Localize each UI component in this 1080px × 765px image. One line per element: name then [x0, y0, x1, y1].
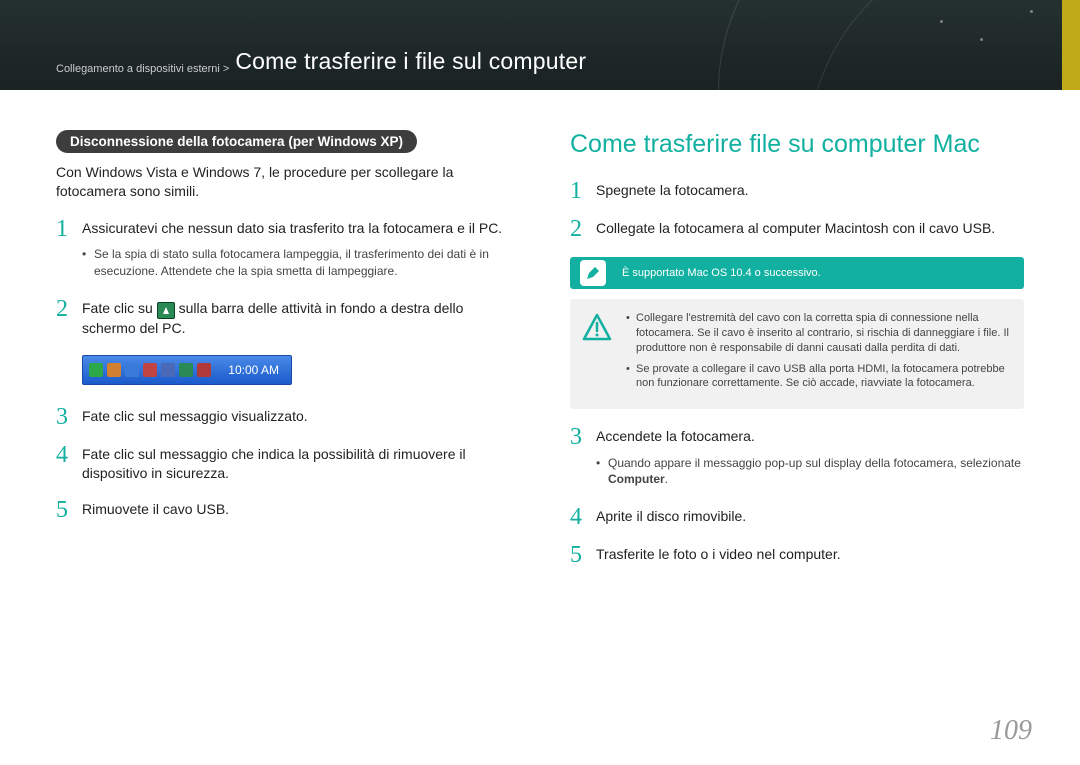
step-5: 5 Rimuovete il cavo USB. — [56, 500, 510, 522]
safely-remove-icon — [157, 302, 175, 319]
step-text: Spegnete la fotocamera. — [596, 181, 1024, 201]
intro-text: Con Windows Vista e Windows 7, le proced… — [56, 163, 510, 201]
step-3: 3 Fate clic sul messaggio visualizzato. — [56, 407, 510, 429]
pen-icon — [580, 260, 606, 286]
accent-bar — [1062, 0, 1080, 90]
sub-bullet: Se la spia di stato sulla fotocamera lam… — [82, 246, 510, 278]
step-text: Rimuovete il cavo USB. — [82, 500, 510, 520]
step-text: Accendete la fotocamera. — [596, 428, 755, 444]
step-2: 2 Fate clic su sulla barra delle attivit… — [56, 299, 510, 339]
page-content: Disconnessione della fotocamera (per Win… — [0, 90, 1080, 583]
left-steps-cont: 3 Fate clic sul messaggio visualizzato. … — [56, 407, 510, 522]
tray-clock: 10:00 AM — [228, 363, 285, 377]
tray-icon — [161, 363, 175, 377]
tray-icon — [197, 363, 211, 377]
step-number: 3 — [56, 405, 82, 429]
step-text: Trasferite le foto o i video nel compute… — [596, 545, 1024, 565]
section-pill: Disconnessione della fotocamera (per Win… — [56, 130, 417, 153]
right-steps-cont: 3 Accendete la fotocamera. Quando appare… — [570, 427, 1024, 567]
step-number: 4 — [56, 443, 82, 467]
step-number: 3 — [570, 425, 596, 449]
step-r4: 4 Aprite il disco rimovibile. — [570, 507, 1024, 529]
step-number: 2 — [570, 217, 596, 241]
left-column: Disconnessione della fotocamera (per Win… — [56, 130, 510, 583]
step-number: 2 — [56, 297, 82, 321]
page-number: 109 — [990, 715, 1032, 747]
right-column: Come trasferire file su computer Mac 1 S… — [570, 130, 1024, 583]
warning-icon — [582, 313, 612, 341]
step-r5: 5 Trasferite le foto o i video nel compu… — [570, 545, 1024, 567]
tray-icon — [179, 363, 193, 377]
step-text: Fate clic sul messaggio visualizzato. — [82, 407, 510, 427]
right-steps: 1 Spegnete la fotocamera. 2 Collegate la… — [570, 181, 1024, 241]
step-1: 1 Assicuratevi che nessun dato sia trasf… — [56, 219, 510, 283]
tray-icon — [143, 363, 157, 377]
taskbar-tray-image: 10:00 AM — [82, 355, 292, 385]
warning-box: Collegare l'estremità del cavo con la co… — [570, 299, 1024, 409]
step-r3: 3 Accendete la fotocamera. Quando appare… — [570, 427, 1024, 491]
step-text: Fate clic sul messaggio che indica la po… — [82, 445, 510, 484]
header-band: Collegamento a dispositivi esterni > Com… — [0, 0, 1080, 90]
tray-icon — [89, 363, 103, 377]
page-title: Come trasferire i file sul computer — [235, 48, 586, 75]
step-number: 4 — [570, 505, 596, 529]
left-steps: 1 Assicuratevi che nessun dato sia trasf… — [56, 219, 510, 339]
sub-bullet: Quando appare il messaggio pop-up sul di… — [596, 455, 1024, 487]
breadcrumb: Collegamento a dispositivi esterni > — [56, 63, 229, 75]
warn-bullet: Se provate a collegare il cavo USB alla … — [626, 362, 1010, 392]
step-r1: 1 Spegnete la fotocamera. — [570, 181, 1024, 203]
step-number: 5 — [570, 543, 596, 567]
note-text: È supportato Mac OS 10.4 o successivo. — [622, 267, 821, 279]
step-number: 5 — [56, 498, 82, 522]
tray-icon — [125, 363, 139, 377]
step-text: Aprite il disco rimovibile. — [596, 507, 1024, 527]
step-number: 1 — [56, 217, 82, 241]
step-text: Collegate la fotocamera al computer Maci… — [596, 219, 1024, 239]
section-title: Come trasferire file su computer Mac — [570, 130, 1024, 159]
step-number: 1 — [570, 179, 596, 203]
tray-icon — [107, 363, 121, 377]
warn-bullet: Collegare l'estremità del cavo con la co… — [626, 311, 1010, 356]
step-text-pre: Fate clic su — [82, 300, 157, 316]
note-box: È supportato Mac OS 10.4 o successivo. — [570, 257, 1024, 289]
step-r2: 2 Collegate la fotocamera al computer Ma… — [570, 219, 1024, 241]
step-text: Assicuratevi che nessun dato sia trasfer… — [82, 220, 502, 236]
step-4: 4 Fate clic sul messaggio che indica la … — [56, 445, 510, 484]
